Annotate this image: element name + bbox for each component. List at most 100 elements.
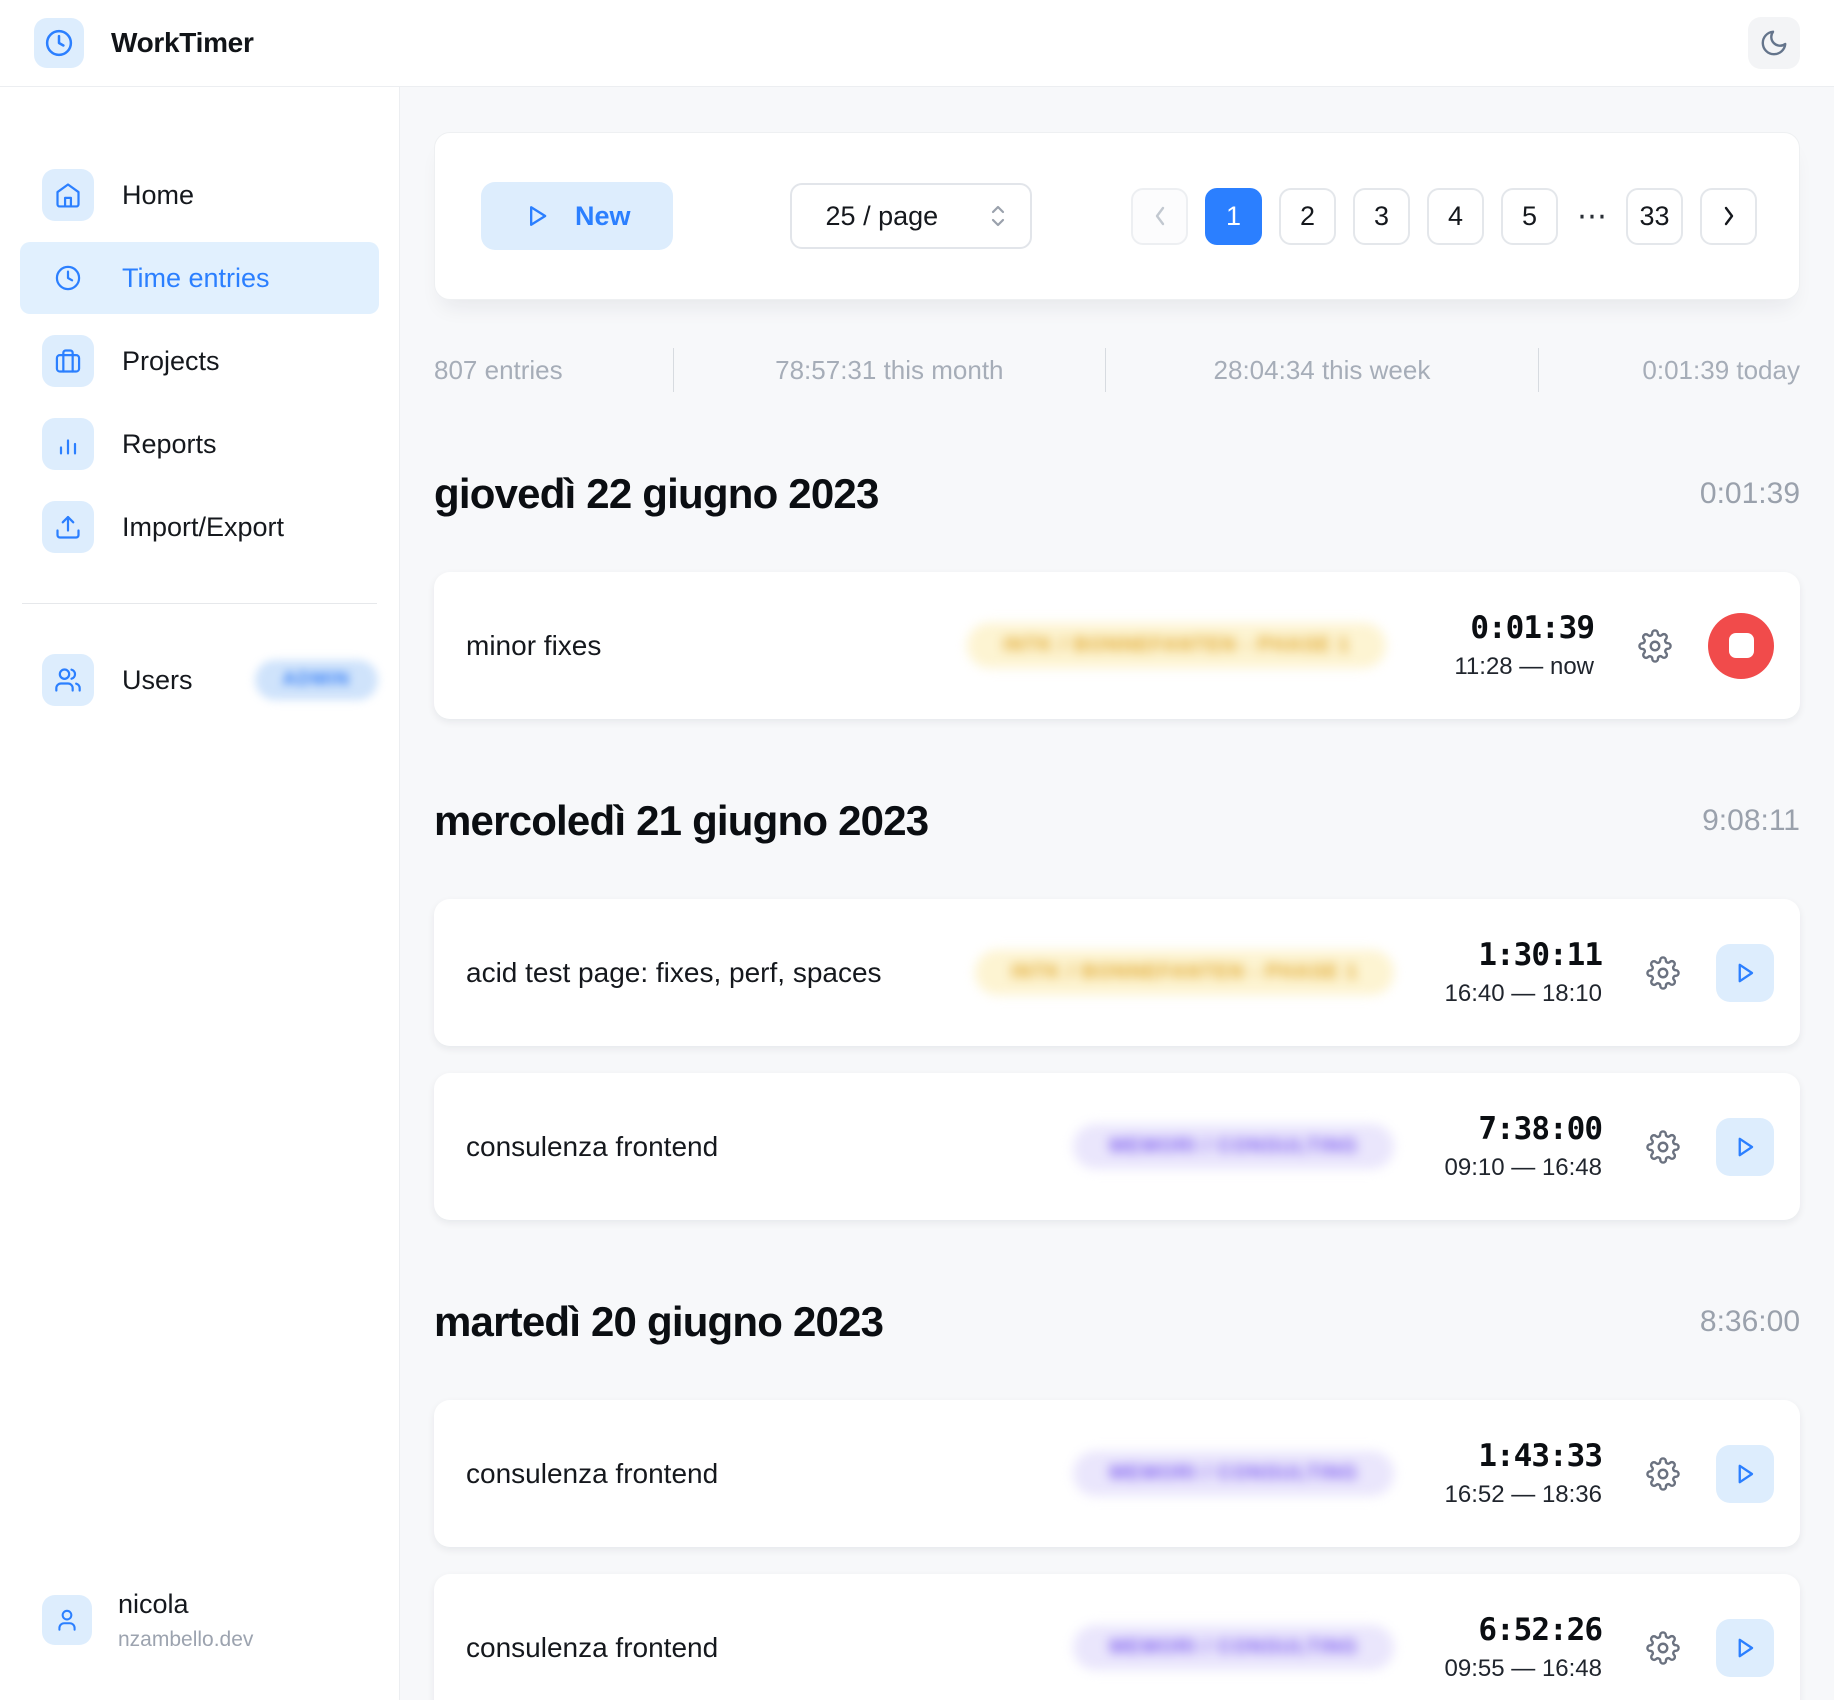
user-profile[interactable]: nicola nzambello.dev	[20, 1589, 379, 1652]
stats-bar: 807 entries 78:57:31 this month 28:04:34…	[434, 348, 1800, 392]
sidebar-item-projects[interactable]: Projects	[20, 325, 379, 397]
time-entry-card: minor fixes INTK / BONNEFANTEN - PHASE 1…	[434, 572, 1800, 719]
day-section: giovedì 22 giugno 2023 0:01:39 minor fix…	[434, 470, 1800, 719]
sidebar-item-label: Time entries	[122, 263, 270, 294]
moon-icon	[1759, 28, 1789, 58]
stat-this-month: 78:57:31 this month	[674, 355, 1106, 386]
sidebar-item-label: Projects	[122, 346, 220, 377]
project-badge[interactable]: MEMORI / CONSULTING	[1073, 1124, 1394, 1169]
day-total: 0:01:39	[1700, 477, 1800, 511]
entry-settings-button[interactable]	[1638, 629, 1672, 663]
entry-title: consulenza frontend	[466, 1458, 1073, 1490]
pagination-page-button[interactable]: 4	[1427, 188, 1484, 245]
profile-domain: nzambello.dev	[118, 1628, 253, 1652]
time-entry-card: consulenza frontend MEMORI / CONSULTING …	[434, 1574, 1800, 1700]
sidebar-item-label: Home	[122, 180, 194, 211]
day-section: mercoledì 21 giugno 2023 9:08:11 acid te…	[434, 797, 1800, 1220]
entry-time-range: 16:52 — 18:36	[1424, 1481, 1602, 1509]
entry-time-range: 09:55 — 16:48	[1424, 1655, 1602, 1683]
app-logo-clock-icon	[34, 18, 84, 68]
upload-icon	[42, 501, 94, 553]
sidebar-item-import-export[interactable]: Import/Export	[20, 491, 379, 563]
gear-icon	[1646, 1631, 1680, 1665]
gear-icon	[1646, 1457, 1680, 1491]
day-title: martedì 20 giugno 2023	[434, 1298, 883, 1346]
pagination-page-button[interactable]: 5	[1501, 188, 1558, 245]
day-title: giovedì 22 giugno 2023	[434, 470, 879, 518]
pagination-last-page-button[interactable]: 33	[1626, 188, 1683, 245]
page-size-select[interactable]: 25 / page	[790, 183, 1032, 249]
entry-title: acid test page: fixes, perf, spaces	[466, 957, 975, 989]
stat-today: 0:01:39 today	[1539, 355, 1800, 386]
project-badge[interactable]: MEMORI / CONSULTING	[1073, 1625, 1394, 1670]
toolbar: New 25 / page 1 2 3 4 5 ⋯	[434, 132, 1800, 300]
user-icon	[42, 1595, 92, 1645]
play-icon	[1731, 1133, 1759, 1161]
entry-settings-button[interactable]	[1646, 1130, 1680, 1164]
home-icon	[42, 169, 94, 221]
stat-this-week: 28:04:34 this week	[1106, 355, 1538, 386]
entry-duration: 1:30:11	[1424, 937, 1602, 973]
day-total: 8:36:00	[1700, 1305, 1800, 1339]
sidebar-item-label: Users	[122, 665, 193, 696]
select-chevrons-icon	[988, 203, 1008, 229]
entry-settings-button[interactable]	[1646, 1631, 1680, 1665]
sidebar-item-users[interactable]: Users ADMIN	[20, 644, 379, 716]
sidebar-item-reports[interactable]: Reports	[20, 408, 379, 480]
entry-time-range: 16:40 — 18:10	[1424, 980, 1602, 1008]
play-icon	[523, 202, 551, 230]
entry-title: minor fixes	[466, 630, 967, 662]
sidebar-nav: Home Time entries Projects Reports	[20, 159, 379, 563]
entry-settings-button[interactable]	[1646, 956, 1680, 990]
users-icon	[42, 654, 94, 706]
dark-mode-toggle[interactable]	[1748, 17, 1800, 69]
sidebar-item-home[interactable]: Home	[20, 159, 379, 231]
entry-duration: 6:52:26	[1424, 1612, 1602, 1648]
entry-duration: 0:01:39	[1416, 610, 1594, 646]
gear-icon	[1638, 629, 1672, 663]
entry-settings-button[interactable]	[1646, 1457, 1680, 1491]
time-entry-card: consulenza frontend MEMORI / CONSULTING …	[434, 1073, 1800, 1220]
entry-time-range: 11:28 — now	[1416, 653, 1594, 681]
pagination-page-button[interactable]: 2	[1279, 188, 1336, 245]
sidebar-item-time-entries[interactable]: Time entries	[20, 242, 379, 314]
start-timer-button[interactable]	[1716, 1118, 1774, 1176]
project-badge[interactable]: MEMORI / CONSULTING	[1073, 1451, 1394, 1496]
main-content: New 25 / page 1 2 3 4 5 ⋯	[400, 87, 1834, 1700]
pagination-next-button[interactable]	[1700, 188, 1757, 245]
entry-title: consulenza frontend	[466, 1632, 1073, 1664]
briefcase-icon	[42, 335, 94, 387]
start-timer-button[interactable]	[1716, 1445, 1774, 1503]
sidebar-spacer	[20, 716, 379, 1589]
day-section: martedì 20 giugno 2023 8:36:00 consulenz…	[434, 1298, 1800, 1700]
entry-duration: 7:38:00	[1424, 1111, 1602, 1147]
chevron-right-icon	[1722, 205, 1736, 227]
project-badge[interactable]: INTK / BONNEFANTEN - PHASE 1	[967, 623, 1386, 668]
entry-duration: 1:43:33	[1424, 1438, 1602, 1474]
day-total: 9:08:11	[1702, 804, 1800, 838]
chevron-left-icon	[1153, 205, 1167, 227]
start-timer-button[interactable]	[1716, 944, 1774, 1002]
clock-icon	[42, 252, 94, 304]
play-icon	[1731, 959, 1759, 987]
app-title: WorkTimer	[111, 27, 254, 59]
new-entry-button[interactable]: New	[481, 182, 673, 250]
start-timer-button[interactable]	[1716, 1619, 1774, 1677]
sidebar-divider	[22, 603, 377, 604]
play-icon	[1731, 1460, 1759, 1488]
time-entry-card: consulenza frontend MEMORI / CONSULTING …	[434, 1400, 1800, 1547]
entry-title: consulenza frontend	[466, 1131, 1073, 1163]
pagination-page-button[interactable]: 1	[1205, 188, 1262, 245]
time-entry-card: acid test page: fixes, perf, spaces INTK…	[434, 899, 1800, 1046]
pagination-prev-button[interactable]	[1131, 188, 1188, 245]
bar-chart-icon	[42, 418, 94, 470]
admin-role-badge: ADMIN	[255, 660, 378, 700]
pagination-page-button[interactable]: 3	[1353, 188, 1410, 245]
gear-icon	[1646, 956, 1680, 990]
stop-icon	[1729, 633, 1754, 658]
day-title: mercoledì 21 giugno 2023	[434, 797, 928, 845]
sidebar-item-label: Import/Export	[122, 512, 284, 543]
project-badge[interactable]: INTK / BONNEFANTEN - PHASE 1	[975, 950, 1394, 995]
stop-timer-button[interactable]	[1708, 613, 1774, 679]
pagination-ellipsis: ⋯	[1575, 199, 1609, 234]
